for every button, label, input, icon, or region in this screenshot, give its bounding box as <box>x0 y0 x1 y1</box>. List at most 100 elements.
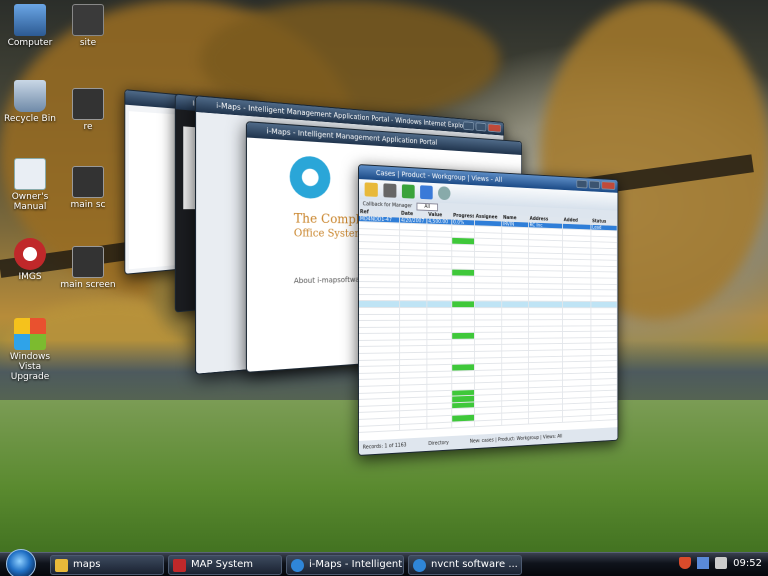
table-cell <box>591 355 618 361</box>
desktop-icon-recycle-bin[interactable]: Recycle Bin <box>0 80 60 124</box>
flip3d-window-main-app[interactable]: Cases | Product - Workgroup | Views - Al… <box>358 164 619 456</box>
table-cell <box>528 258 563 265</box>
table-cell <box>528 308 563 314</box>
table-cell <box>452 351 475 358</box>
table-cell <box>427 231 453 238</box>
table-cell <box>400 288 428 295</box>
desktop-icon-re[interactable]: re <box>58 88 118 132</box>
table-cell <box>427 327 453 333</box>
volume-icon[interactable] <box>715 557 728 569</box>
table-cell <box>358 333 401 340</box>
add-icon[interactable] <box>401 184 415 199</box>
page-subheading: Office System <box>293 227 364 240</box>
table-cell <box>502 295 529 301</box>
taskbar-item-maps[interactable]: maps <box>50 555 164 575</box>
desktop-icon-imgs[interactable]: IMGS <box>0 238 60 282</box>
table-cell <box>358 340 401 347</box>
table-cell <box>502 387 529 394</box>
desktop-icon-site[interactable]: site <box>58 4 118 48</box>
table-cell <box>562 241 592 248</box>
table-cell <box>427 422 453 429</box>
table-cell <box>562 247 592 254</box>
desktop-icon-windows-vista-upgrade[interactable]: Windows Vista Upgrade <box>0 318 60 382</box>
table-cell <box>528 283 563 290</box>
table-cell <box>528 295 563 302</box>
column-header[interactable]: Assignee <box>474 213 503 221</box>
table-cell <box>502 289 529 295</box>
table-cell <box>502 227 529 234</box>
table-cell <box>474 251 503 258</box>
table-cell <box>474 282 503 289</box>
clock[interactable]: 09:52 <box>733 558 762 569</box>
table-cell <box>427 339 453 346</box>
records-grid[interactable]: Ref Date Value Progress Assignee Name Ad… <box>358 209 618 441</box>
table-cell <box>528 356 563 363</box>
column-header[interactable]: Name <box>502 214 529 222</box>
shield-icon[interactable] <box>679 557 692 569</box>
table-cell <box>452 358 475 365</box>
table-cell <box>474 370 503 377</box>
table-cell <box>474 363 503 370</box>
table-cell <box>591 248 618 255</box>
column-header[interactable]: Date <box>400 210 428 218</box>
table-cell <box>400 423 428 431</box>
filter-dropdown[interactable]: All <box>416 202 439 212</box>
desktop-icon-owners-manual[interactable]: Owner's Manual <box>0 158 60 212</box>
table-cell <box>452 238 475 245</box>
taskbar-item-imaps[interactable]: i-Maps - Intelligent ... <box>286 555 404 575</box>
table-cell <box>427 301 453 308</box>
table-cell <box>562 367 592 374</box>
table-cell <box>591 361 618 367</box>
about-link[interactable]: About i-mapsoftware <box>294 276 366 286</box>
start-button[interactable] <box>6 549 36 576</box>
folder-icon[interactable] <box>364 182 378 197</box>
desktop-icon-main-sc[interactable]: main sc <box>58 166 118 210</box>
taskbar-item-nvcnt[interactable]: nvcnt software ... <box>408 555 522 575</box>
table-cell <box>502 301 529 308</box>
table-cell <box>528 338 563 344</box>
table-cell <box>502 369 529 376</box>
search-icon[interactable] <box>438 186 451 201</box>
column-header[interactable]: Progress <box>452 212 475 220</box>
refresh-icon[interactable] <box>420 185 433 200</box>
column-header[interactable]: Value <box>427 211 453 219</box>
table-cell <box>528 332 563 338</box>
table-cell <box>474 382 503 389</box>
table-cell <box>400 320 428 327</box>
table-cell <box>400 397 428 405</box>
table-cell <box>358 346 401 354</box>
table-cell <box>502 239 529 246</box>
table-cell <box>591 349 618 355</box>
desktop-icon-computer[interactable]: Computer <box>0 4 60 48</box>
table-cell <box>528 350 563 357</box>
table-cell <box>358 235 401 243</box>
print-icon[interactable] <box>383 183 397 198</box>
table-cell <box>427 365 453 372</box>
table-cell <box>474 357 503 364</box>
table-cell <box>591 278 618 284</box>
table-cell <box>452 408 475 415</box>
desktop-icon-main-screen[interactable]: main screen <box>58 246 118 290</box>
table-cell <box>591 236 618 243</box>
table-cell <box>474 270 503 277</box>
table-cell <box>528 301 563 308</box>
table-cell <box>474 257 503 264</box>
table-cell <box>562 265 592 272</box>
network-icon[interactable] <box>697 557 710 569</box>
table-cell <box>358 320 401 327</box>
table-cell <box>474 308 503 314</box>
table-cell <box>452 263 475 270</box>
table-cell <box>427 307 453 314</box>
table-cell <box>591 378 618 385</box>
table-cell <box>502 381 529 388</box>
imaps-logo-icon <box>289 155 331 200</box>
table-cell <box>528 314 563 320</box>
table-cell <box>562 289 592 296</box>
table-cell <box>427 250 453 257</box>
table-cell <box>591 314 618 320</box>
table-cell <box>400 269 428 275</box>
table-cell <box>502 258 529 265</box>
taskbar-item-map-system[interactable]: MAP System <box>168 555 282 575</box>
table-cell <box>474 226 503 233</box>
table-cell <box>562 229 592 236</box>
